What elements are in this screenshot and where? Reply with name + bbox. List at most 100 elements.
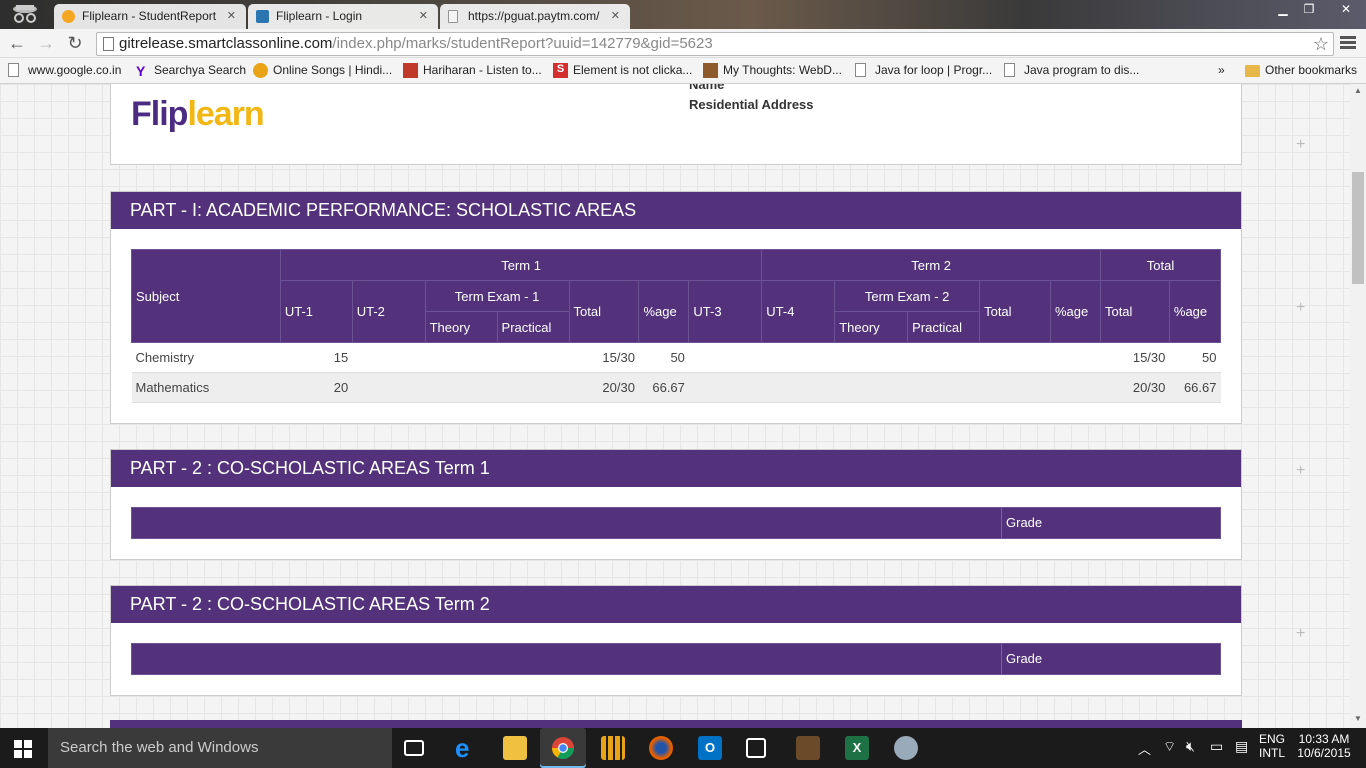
pct1-cell: 50 — [638, 342, 689, 373]
bookmark-star-icon[interactable]: ☆ — [1313, 33, 1329, 55]
bookmark-label: Element is not clicka... — [573, 63, 693, 77]
outlook-icon[interactable]: O — [698, 736, 722, 760]
bookmarks-bar: www.google.co.in Y Searchya Search Onlin… — [0, 58, 1366, 84]
chrome-taskbar-item[interactable] — [540, 728, 586, 768]
bookmark-mythoughts[interactable]: My Thoughts: WebD... — [703, 63, 842, 78]
forward-icon[interactable]: → — [35, 33, 57, 55]
grand-total-cell: 20/30 — [1100, 372, 1170, 403]
taskbar-search-input[interactable]: Search the web and Windows — [48, 728, 392, 768]
url-host: gitrelease.smartclassonline.com — [119, 35, 333, 52]
co-scholastic-term1-section: PART - 2 : CO-SCHOLASTIC AREAS Term 1 Gr… — [110, 449, 1242, 560]
tab-title: Fliplearn - StudentReport — [82, 9, 217, 23]
bookmark-java-for-loop[interactable]: Java for loop | Progr... — [855, 63, 992, 77]
screen: Fliplearn - StudentReport ✕ Fliplearn - … — [0, 0, 1366, 768]
close-tab-icon[interactable]: ✕ — [611, 9, 620, 22]
chrome-menu-icon[interactable] — [1340, 34, 1356, 52]
file-explorer-icon[interactable] — [503, 736, 527, 760]
theory2-cell — [834, 342, 908, 373]
bookmark-hariharan[interactable]: Hariharan - Listen to... — [403, 63, 542, 78]
battery-icon[interactable]: ▭ — [1210, 738, 1223, 755]
game-icon[interactable] — [796, 736, 820, 760]
bookmark-java-program[interactable]: Java program to dis... — [1004, 63, 1139, 77]
paint-icon[interactable] — [894, 736, 918, 760]
address-bar[interactable]: gitrelease.smartclassonline.com/index.ph… — [96, 32, 1334, 56]
bookmark-label: Searchya Search — [154, 63, 247, 77]
lang-top: ENG — [1258, 732, 1285, 746]
header-total-t1: Total — [568, 280, 640, 343]
stackoverflow-icon: S — [553, 63, 568, 78]
plus-icon: + — [1296, 462, 1306, 479]
bookmark-searchya[interactable]: Y Searchya Search — [134, 63, 247, 79]
bookmark-google[interactable]: www.google.co.in — [8, 63, 121, 77]
bookmark-online-songs[interactable]: Online Songs | Hindi... — [253, 63, 393, 78]
page-favicon-icon — [448, 10, 458, 23]
bookmark-label: Java for loop | Progr... — [875, 63, 993, 77]
tab-paytm[interactable]: https://pguat.paytm.com/ ✕ — [440, 4, 630, 29]
logo-learn: learn — [187, 95, 264, 133]
edge-browser-icon[interactable]: e — [455, 735, 479, 761]
windows-start-icon[interactable] — [14, 740, 32, 758]
plus-icon: + — [1296, 299, 1306, 316]
firefox-icon[interactable] — [649, 736, 673, 760]
lang-bottom: INTL — [1258, 746, 1285, 760]
header-ut4: UT-4 — [761, 280, 836, 343]
close-window-icon[interactable]: ✕ — [1326, 0, 1366, 18]
excel-icon[interactable]: X — [845, 736, 869, 760]
header-pct-t2: %age — [1050, 280, 1101, 343]
clock-date: 10/6/2015 — [1297, 746, 1351, 760]
logo-flip: Flip — [131, 95, 188, 133]
calculator-icon[interactable] — [601, 736, 625, 760]
grand-pct-cell: 50 — [1169, 342, 1221, 373]
wifi-icon[interactable]: ⌔ — [1163, 738, 1176, 756]
scroll-up-icon[interactable]: ▲ — [1354, 86, 1362, 95]
fliplearn-favicon-icon — [62, 10, 75, 23]
language-indicator[interactable]: ENG INTL — [1258, 732, 1286, 760]
header-ut1: UT-1 — [279, 280, 353, 343]
scroll-down-icon[interactable]: ▼ — [1354, 714, 1362, 723]
header-term2: Term 2 — [761, 249, 1101, 281]
total2-cell — [979, 372, 1051, 403]
close-tab-icon[interactable]: ✕ — [419, 9, 428, 22]
grand-pct-cell: 66.67 — [1169, 372, 1221, 403]
tab-studentreport[interactable]: Fliplearn - StudentReport ✕ — [54, 4, 246, 29]
bookmark-label: Online Songs | Hindi... — [273, 63, 393, 77]
practical2-cell — [907, 372, 980, 403]
clock-time: 10:33 AM — [1298, 732, 1350, 746]
bookmarks-overflow[interactable]: » — [1198, 63, 1225, 77]
header-practical1: Practical — [496, 311, 570, 343]
music-icon — [253, 63, 268, 78]
ut1-cell: 20 — [280, 372, 353, 403]
grade-header: Grade — [1001, 644, 1042, 674]
volume-mute-icon[interactable]: 🔇︎ — [1186, 738, 1195, 755]
minimize-icon[interactable]: ▁ — [1270, 0, 1296, 18]
practical2-cell — [907, 342, 980, 373]
other-bookmarks-label: Other bookmarks — [1265, 63, 1358, 77]
windows-taskbar: Search the web and Windows e O X ︿ ⌔ 🔇︎ … — [0, 728, 1366, 768]
tray-chevron-icon[interactable]: ︿ — [1138, 739, 1151, 758]
header-term-exam2: Term Exam - 2 — [834, 280, 981, 312]
subject-cell: Mathematics — [131, 372, 281, 403]
header-practical2: Practical — [907, 311, 981, 343]
restore-icon[interactable]: ❐ — [1296, 0, 1322, 18]
close-tab-icon[interactable]: ✕ — [227, 9, 236, 22]
scholastic-section: PART - I: ACADEMIC PERFORMANCE: SCHOLAST… — [110, 191, 1242, 424]
vertical-scrollbar[interactable]: ▲ ▼ — [1350, 84, 1366, 728]
scrollbar-thumb[interactable] — [1352, 172, 1364, 284]
page-icon — [8, 63, 19, 77]
store-icon[interactable] — [746, 738, 766, 758]
header-theory1: Theory — [424, 311, 498, 343]
clock[interactable]: 10:33 AM 10/6/2015 — [1292, 732, 1356, 760]
task-view-icon[interactable] — [404, 740, 424, 756]
yahoo-icon: Y — [136, 63, 146, 79]
bookmark-label: www.google.co.in — [28, 63, 122, 77]
back-icon[interactable]: ← — [6, 33, 28, 55]
pct2-cell — [1050, 342, 1101, 373]
address-label: Residential Address — [689, 97, 814, 112]
bookmark-stackoverflow[interactable]: S Element is not clicka... — [553, 63, 693, 78]
tab-login[interactable]: Fliplearn - Login ✕ — [248, 4, 438, 29]
reload-icon[interactable]: ↻ — [64, 33, 86, 55]
notification-icon[interactable]: ▤ — [1235, 738, 1248, 755]
ut4-cell — [761, 342, 835, 373]
total2-cell — [979, 342, 1051, 373]
other-bookmarks[interactable]: Other bookmarks — [1245, 63, 1357, 77]
